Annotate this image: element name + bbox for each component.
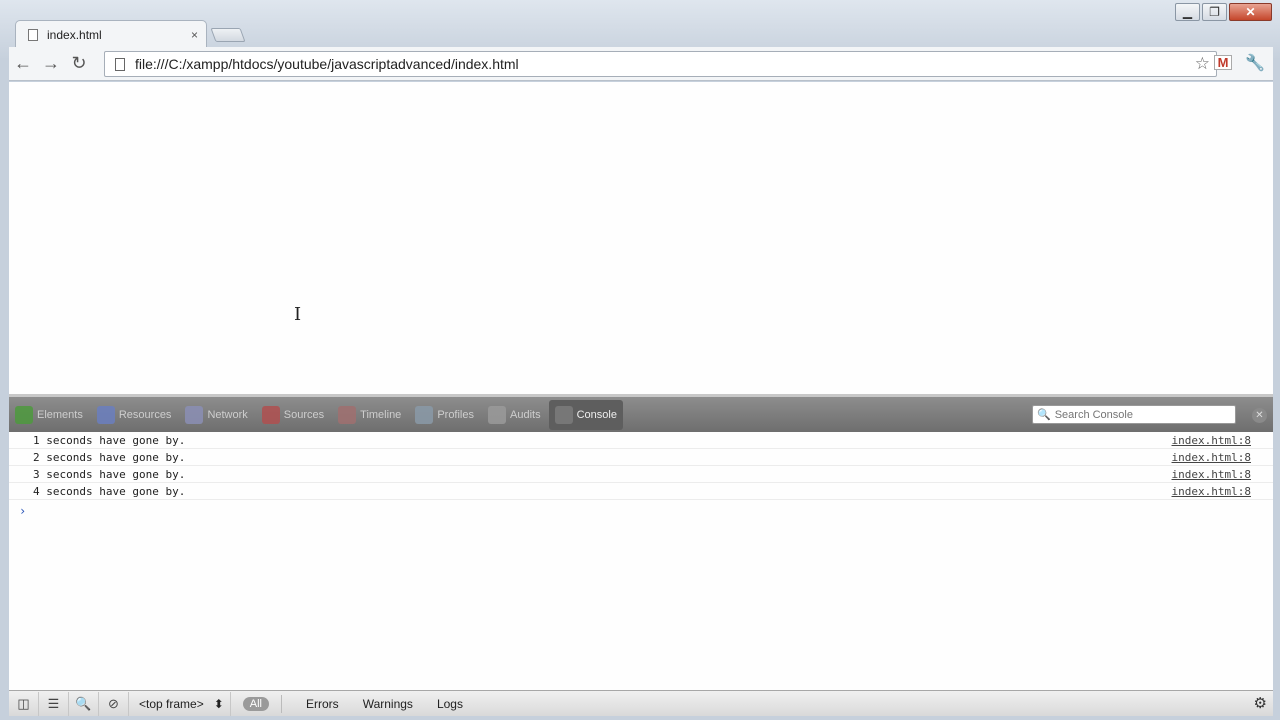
window-controls: ▁ ❐ ✕ <box>1175 3 1272 21</box>
browser-toolbar: ← → ↻ file:///C:/xampp/htdocs/youtube/ja… <box>9 47 1273 81</box>
tab-elements[interactable]: Elements <box>9 400 89 430</box>
tab-label: Resources <box>118 408 172 421</box>
tab-label: Network <box>207 408 248 421</box>
search-console-input[interactable] <box>1054 408 1225 421</box>
text-cursor-icon: I <box>294 304 302 325</box>
tab-resources[interactable]: Resources <box>91 400 178 430</box>
timeline-icon <box>338 405 357 424</box>
address-bar[interactable]: file:///C:/xampp/htdocs/youtube/javascri… <box>104 51 1217 77</box>
console-prompt[interactable]: › <box>9 500 1273 518</box>
console-source-link[interactable]: index.html:8 <box>1172 485 1251 498</box>
frame-selector-value: <top frame> <box>139 696 204 711</box>
devtools-status-bar: ◫ ☰ 🔍 ⊘ <top frame> ⬍ All Errors Warning… <box>9 690 1273 716</box>
select-arrows-icon: ⬍ <box>213 696 224 711</box>
console-message: 2 seconds have gone by. <box>33 450 186 464</box>
document-icon <box>28 28 38 41</box>
devtools-panel: Elements Resources Network Sources Timel… <box>9 394 1273 716</box>
console-row: 1 seconds have gone by. index.html:8 <box>9 432 1273 449</box>
tab-timeline[interactable]: Timeline <box>332 400 407 430</box>
wrench-icon[interactable]: 🔧 <box>1245 53 1265 73</box>
browser-tab[interactable]: index.html × <box>15 20 207 48</box>
console-row: 2 seconds have gone by. index.html:8 <box>9 449 1273 466</box>
console-icon <box>554 405 573 424</box>
frame-selector[interactable]: <top frame> ⬍ <box>129 691 231 716</box>
filter-errors-button[interactable]: Errors <box>306 697 339 711</box>
tab-close-icon[interactable]: × <box>191 28 198 42</box>
filter-logs-button[interactable]: Logs <box>437 697 463 711</box>
tab-label: Console <box>576 408 617 421</box>
inspect-search-icon[interactable]: 🔍 <box>69 691 99 716</box>
page-icon <box>115 57 125 71</box>
close-window-button[interactable]: ✕ <box>1229 3 1272 21</box>
clear-console-icon[interactable]: ⊘ <box>99 691 129 716</box>
console-source-link[interactable]: index.html:8 <box>1172 451 1251 464</box>
filter-divider <box>281 694 283 713</box>
back-icon[interactable]: ← <box>9 50 37 78</box>
tab-console[interactable]: Console <box>548 399 623 430</box>
tab-label: Elements <box>37 408 83 421</box>
filter-warnings-button[interactable]: Warnings <box>363 697 413 711</box>
dock-icon[interactable]: ◫ <box>9 691 39 716</box>
bookmark-star-icon[interactable]: ☆ <box>1195 54 1210 74</box>
profiles-icon <box>415 405 434 424</box>
console-output: 1 seconds have gone by. index.html:8 2 s… <box>9 432 1273 690</box>
tab-label: Audits <box>510 408 541 421</box>
new-tab-button[interactable] <box>210 28 246 42</box>
tab-label: Timeline <box>360 408 402 421</box>
search-icon: 🔍 <box>1037 409 1051 421</box>
audits-icon <box>488 405 506 424</box>
settings-gear-icon[interactable]: ⚙ <box>1254 694 1267 712</box>
console-message: 1 seconds have gone by. <box>33 433 186 447</box>
console-row: 4 seconds have gone by. index.html:8 <box>9 483 1273 500</box>
gmail-icon[interactable]: M <box>1214 55 1232 70</box>
minimize-button[interactable]: ▁ <box>1175 3 1200 21</box>
console-row: 3 seconds have gone by. index.html:8 <box>9 466 1273 483</box>
search-console-field[interactable]: 🔍 <box>1032 405 1236 424</box>
resources-icon <box>96 405 115 424</box>
console-source-link[interactable]: index.html:8 <box>1172 434 1251 447</box>
devtools-tab-bar: Elements Resources Network Sources Timel… <box>9 394 1273 432</box>
sources-icon <box>261 405 280 424</box>
elements-icon <box>15 405 33 424</box>
console-source-link[interactable]: index.html:8 <box>1172 468 1251 481</box>
reload-icon[interactable]: ↻ <box>65 50 93 78</box>
tab-profiles[interactable]: Profiles <box>409 400 480 430</box>
tab-label: Profiles <box>437 408 474 421</box>
tab-audits[interactable]: Audits <box>482 400 547 430</box>
tab-sources[interactable]: Sources <box>256 400 330 430</box>
browser-window: ▁ ❐ ✕ index.html × ← → ↻ file:///C:/xamp… <box>0 0 1280 720</box>
filter-all-button[interactable]: All <box>242 696 270 711</box>
url-text[interactable]: file:///C:/xampp/htdocs/youtube/javascri… <box>135 56 1195 72</box>
close-devtools-icon[interactable]: ✕ <box>1252 408 1267 423</box>
maximize-button[interactable]: ❐ <box>1202 3 1227 21</box>
page-viewport[interactable]: I <box>9 82 1273 394</box>
tab-title: index.html <box>47 27 102 42</box>
console-message: 4 seconds have gone by. <box>33 484 186 498</box>
tab-label: Sources <box>283 408 325 421</box>
forward-icon[interactable]: → <box>37 50 65 78</box>
tab-network[interactable]: Network <box>179 400 253 430</box>
network-icon <box>185 405 204 424</box>
show-drawer-icon[interactable]: ☰ <box>39 691 69 716</box>
console-message: 3 seconds have gone by. <box>33 467 186 481</box>
